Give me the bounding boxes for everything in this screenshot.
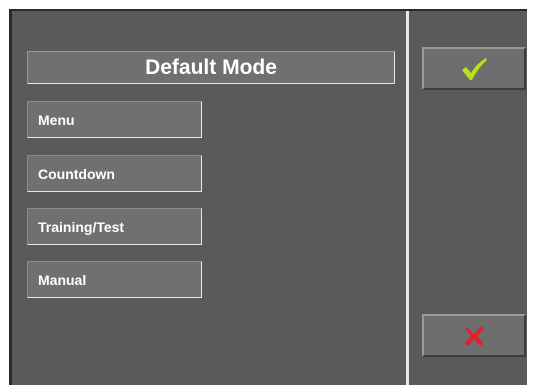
confirm-button[interactable] [422, 47, 526, 90]
mode-button-label: Training/Test [38, 218, 125, 235]
mode-button-training-test[interactable]: Training/Test [27, 208, 202, 245]
page-title: Default Mode [145, 55, 277, 79]
checkmark-icon [459, 56, 489, 82]
mode-button-menu[interactable]: Menu [27, 101, 202, 138]
mode-button-manual[interactable]: Manual [27, 261, 202, 298]
device-screen: Default Mode Menu Countdown Training/Tes… [0, 0, 533, 385]
mode-button-label: Countdown [38, 165, 115, 182]
mode-button-label: Manual [38, 271, 87, 288]
close-x-icon [461, 324, 487, 348]
page-title-bar: Default Mode [27, 51, 395, 84]
mode-button-label: Menu [38, 111, 75, 128]
mode-button-countdown[interactable]: Countdown [27, 155, 202, 192]
cancel-button[interactable] [422, 314, 526, 357]
